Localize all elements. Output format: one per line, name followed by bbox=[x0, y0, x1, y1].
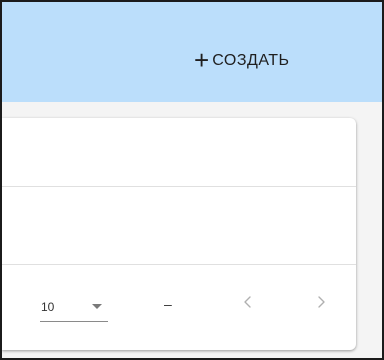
create-button-label: СОЗДАТЬ bbox=[212, 52, 290, 69]
chevron-right-icon[interactable] bbox=[313, 294, 329, 310]
data-table-panel: 10 – bbox=[2, 118, 356, 350]
pagination-bar: 10 – bbox=[2, 266, 356, 350]
page-size-value: 10 bbox=[41, 299, 55, 314]
plus-icon: + bbox=[194, 45, 210, 75]
chevron-down-icon bbox=[92, 304, 102, 309]
pagination-range: – bbox=[164, 296, 172, 312]
table-row bbox=[2, 118, 356, 187]
create-button[interactable]: + СОЗДАТЬ bbox=[194, 46, 290, 76]
toolbar: + СОЗДАТЬ bbox=[2, 2, 382, 102]
page-size-select[interactable]: 10 bbox=[40, 292, 108, 322]
table-row bbox=[2, 187, 356, 265]
chevron-left-icon[interactable] bbox=[240, 294, 256, 310]
app-frame: + СОЗДАТЬ 10 – bbox=[0, 0, 384, 360]
